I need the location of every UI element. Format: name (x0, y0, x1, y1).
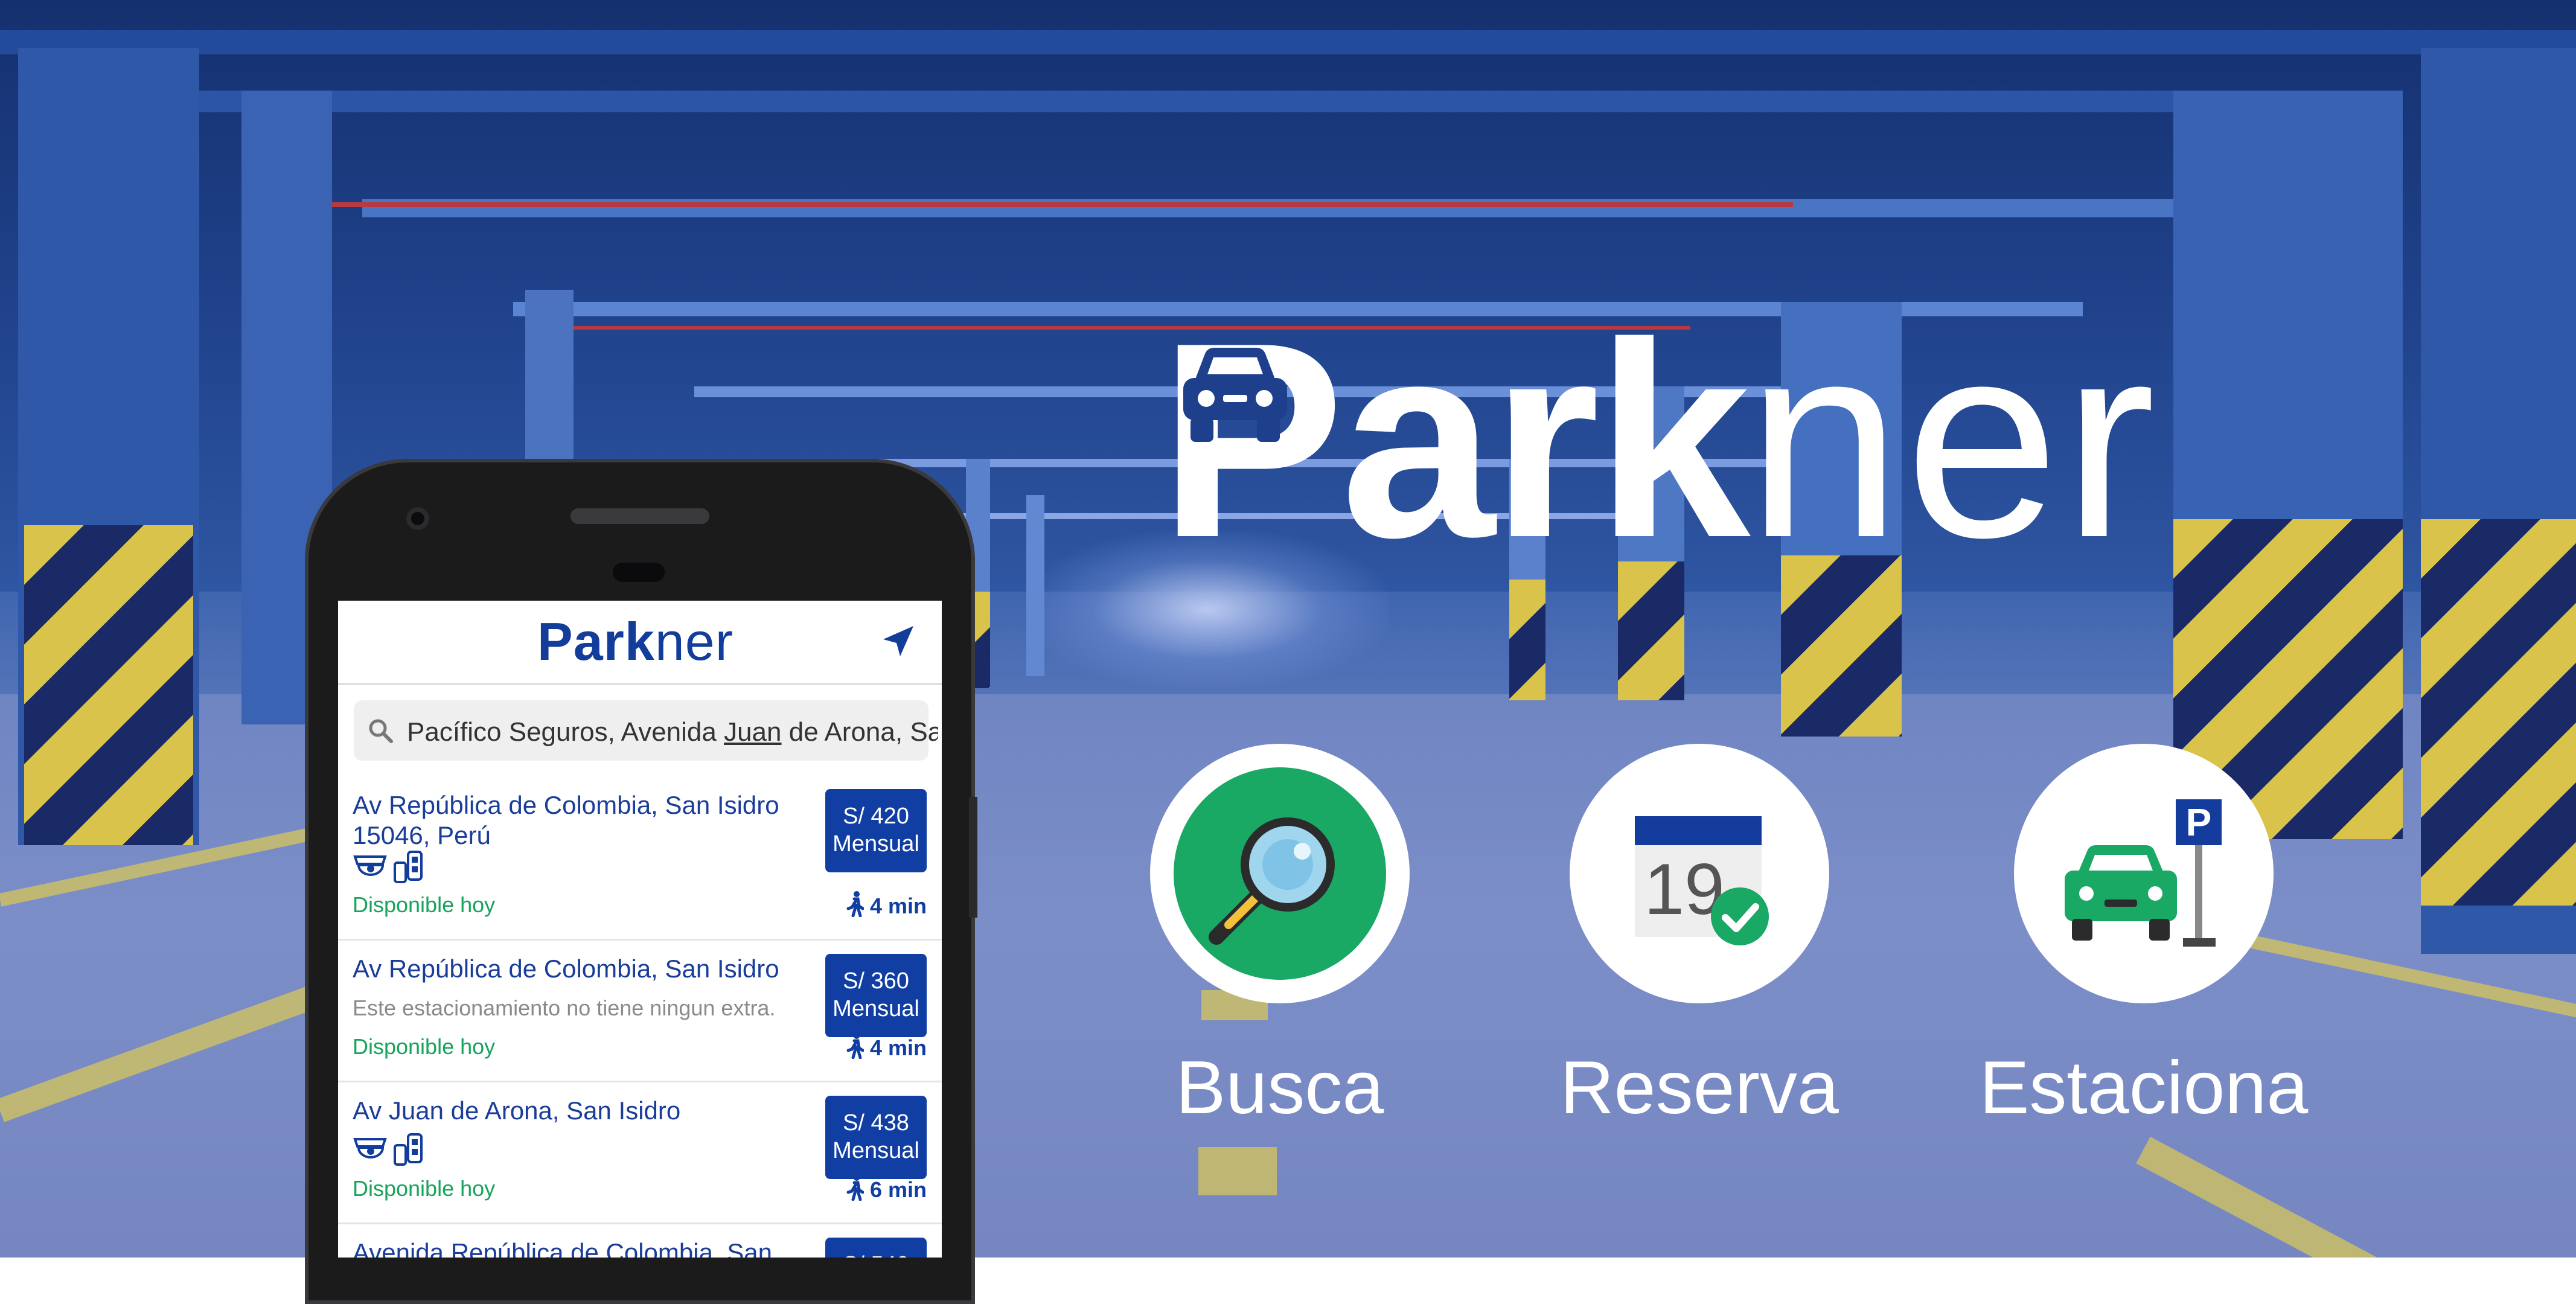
result-price-badge[interactable]: S/ 420 Mensual (825, 789, 927, 872)
ceiling-beam (181, 91, 2354, 112)
feature-circle: P (2014, 744, 2274, 1003)
navigation-arrow-icon[interactable] (878, 622, 917, 661)
proximity-sensor (613, 563, 665, 582)
result-price-badge[interactable]: S/ 540 (825, 1238, 927, 1258)
pillar (1026, 495, 1044, 676)
app-logo-bold: Park (537, 612, 655, 671)
result-price-badge[interactable]: S/ 438 Mensual (825, 1096, 927, 1179)
result-price: S/ 360 (843, 968, 909, 994)
app-screen: Parkner Pacífico Seguros, Avenida Juan d… (338, 601, 942, 1258)
hazard-stripes (2421, 519, 2576, 906)
search-input[interactable]: Pacífico Seguros, Avenida Juan de Arona,… (354, 700, 938, 761)
feature-circle: 19 (1570, 744, 1829, 1003)
result-address: Av Juan de Arona, San Isidro (353, 1096, 681, 1125)
result-extra: Este estacionamiento no tiene ningun ext… (353, 996, 776, 1020)
result-period: Mensual (833, 831, 919, 857)
remote-key-icon (394, 851, 423, 883)
result-address: Av República de Colombia, San Isidro 150… (353, 791, 779, 849)
app-logo-light: ner (654, 612, 734, 671)
hazard-stripes (1509, 580, 1545, 700)
brand-name-light: ner (1747, 286, 2159, 595)
result-price: S/ 438 (843, 1110, 909, 1136)
brand-logo: Parkner (1159, 302, 2159, 580)
front-camera (406, 507, 429, 530)
parking-sign-letter: P (2186, 801, 2212, 844)
side-button (969, 797, 977, 918)
feature-label: Estaciona (1979, 1046, 2309, 1130)
result-availability: Disponible hoy (353, 1176, 496, 1201)
feature-label: Reserva (1560, 1046, 1839, 1130)
cctv-camera-icon (353, 1138, 387, 1159)
lane-marking (1198, 1147, 1277, 1195)
result-availability: Disponible hoy (353, 1034, 496, 1059)
app-logo: Parkner (537, 612, 733, 672)
list-item[interactable]: Av República de Colombia, San Isidro 150… (338, 776, 942, 941)
result-features (353, 1132, 431, 1166)
list-item[interactable]: Avenida República de Colombia, San S/ 54… (338, 1224, 942, 1258)
calendar-check-icon: 19 (1635, 816, 1769, 945)
list-item[interactable]: Av República de Colombia, San Isidro Est… (338, 941, 942, 1082)
result-price-badge[interactable]: S/ 360 Mensual (825, 954, 927, 1037)
result-walk-value: 4 min (869, 893, 927, 918)
walking-icon (846, 1033, 865, 1060)
hazard-stripes (24, 525, 193, 845)
result-features (353, 849, 431, 883)
app-bar: Parkner (338, 601, 942, 685)
ceiling-beam (0, 30, 2576, 54)
search-value-underlined: Juan (724, 717, 782, 747)
earpiece-speaker (570, 508, 709, 524)
result-walk-time: 4 min (846, 890, 927, 919)
search-value: Pacífico Seguros, Avenida Juan de Arona,… (407, 717, 938, 747)
walking-icon (846, 891, 865, 918)
feature-circle (1150, 744, 1410, 1003)
list-item[interactable]: Av Juan de Arona, San Isidro Disponible … (338, 1082, 942, 1224)
search-value-post: de Arona, San (788, 717, 938, 747)
result-price: S/ 420 (843, 804, 909, 829)
result-walk-value: 6 min (869, 1177, 927, 1202)
search-value-pre: Pacífico Seguros, Avenida (407, 717, 724, 747)
red-pipe (254, 202, 1793, 207)
car-icon (1183, 348, 1287, 442)
result-walk-time: 6 min (846, 1174, 927, 1203)
results-list: Av República de Colombia, San Isidro 150… (338, 776, 942, 1258)
result-walk-value: 4 min (869, 1035, 927, 1060)
result-period: Mensual (833, 1138, 919, 1163)
car-parking-sign-icon: P (2065, 799, 2222, 947)
remote-key-icon (394, 1133, 423, 1166)
search-icon (369, 719, 393, 743)
walking-icon (846, 1175, 865, 1201)
magnifier-icon (1174, 767, 1386, 980)
result-availability: Disponible hoy (353, 892, 496, 917)
result-address: Av República de Colombia, San Isidro (353, 954, 779, 983)
result-period: Mensual (833, 996, 919, 1021)
result-price: S/ 540 (825, 1251, 927, 1258)
result-address: Avenida República de Colombia, San (353, 1238, 773, 1258)
result-walk-time: 4 min (846, 1032, 927, 1061)
cctv-camera-icon (353, 855, 387, 876)
